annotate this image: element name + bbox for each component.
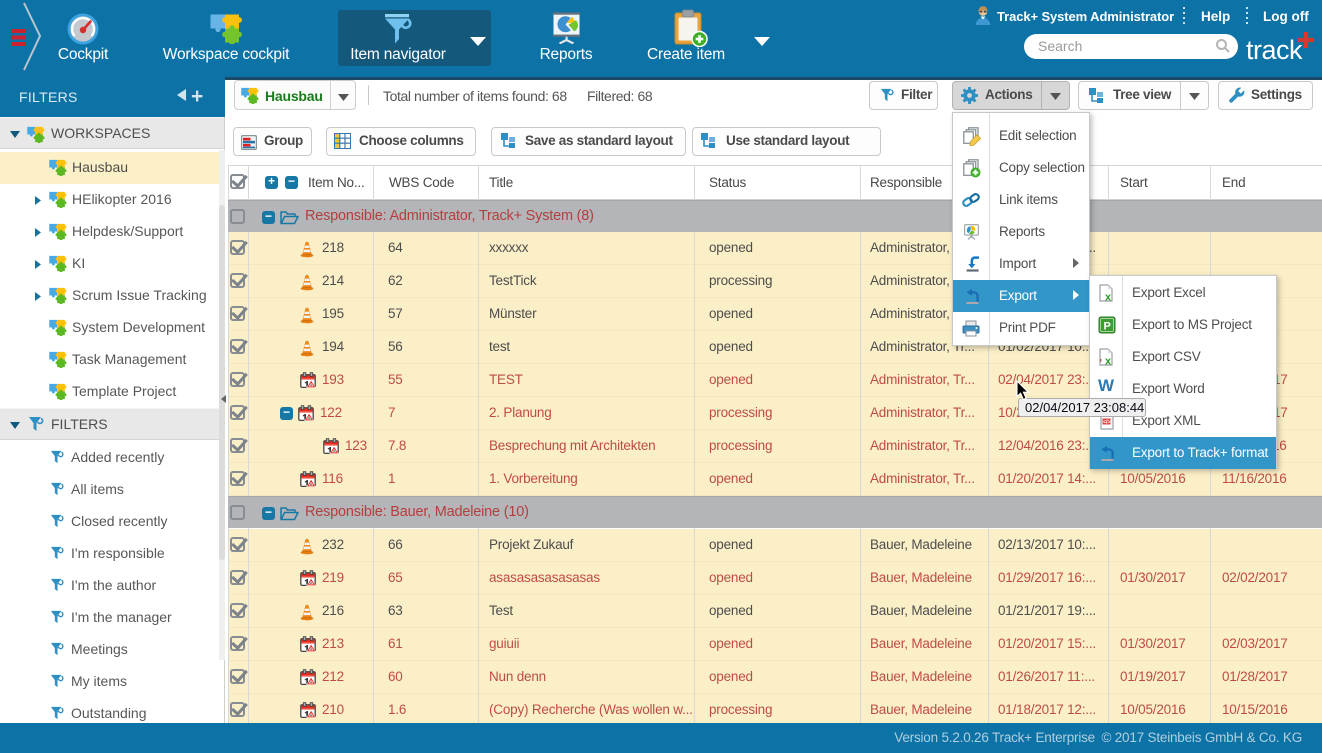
svg-text:P: P bbox=[1104, 321, 1111, 333]
svg-text:,: , bbox=[1100, 353, 1102, 363]
svg-text:</>: </> bbox=[1103, 420, 1110, 426]
